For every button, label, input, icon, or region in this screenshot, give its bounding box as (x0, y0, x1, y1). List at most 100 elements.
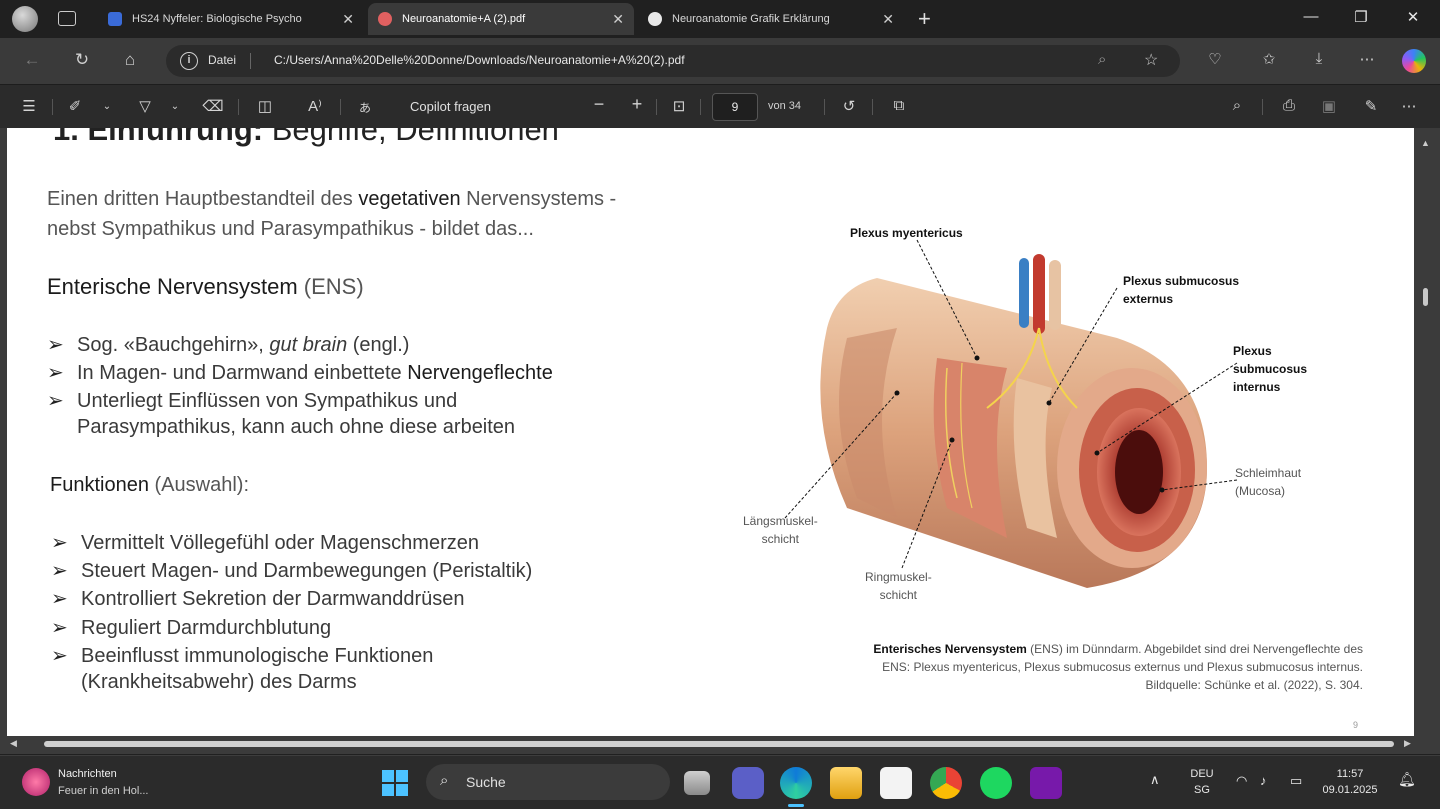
two-page-view-icon[interactable]: ⧉ (888, 97, 910, 114)
scheme-label: Datei (208, 53, 237, 67)
tab-label: Neuroanatomie+A (2).pdf (402, 13, 526, 25)
tab-neuroanatomie-grafik[interactable]: Neuroanatomie Grafik Erklärung ✕ (638, 3, 904, 35)
address-separator (250, 53, 251, 69)
chevron-down-icon[interactable]: ⌄ (96, 101, 118, 112)
spotify-icon[interactable] (980, 767, 1012, 799)
zoom-out-button[interactable]: − (588, 94, 610, 115)
file-explorer-icon[interactable] (830, 767, 862, 799)
tab-biologische-psychologie[interactable]: HS24 Nyffeler: Biologische Psycho ✕ (98, 3, 364, 35)
horizontal-scroll-thumb[interactable] (44, 741, 1394, 747)
bullet-text: In Magen- und Darmwand einbettete (77, 362, 408, 384)
translate-icon[interactable]: あ (354, 99, 376, 116)
bullet-text: (Krankheitsabwehr) des Darms (81, 671, 357, 693)
more-options-icon[interactable]: ⋯ (1398, 97, 1420, 115)
windows-taskbar: Nachrichten Feuer in den Hol... ⌕ Suche … (0, 755, 1440, 809)
arrow-bullet-icon: ➢ (51, 560, 68, 582)
edge-icon[interactable] (780, 767, 812, 799)
arrow-bullet-icon: ➢ (51, 645, 68, 667)
address-bar[interactable]: i Datei C:/Users/Anna%20Delle%20Donne/Do… (166, 45, 1180, 77)
close-window-icon[interactable]: ✕ (1398, 8, 1428, 26)
language-indicator[interactable]: DEU SG (1186, 766, 1218, 798)
favorite-star-icon[interactable]: ☆ (1144, 50, 1158, 70)
refresh-icon[interactable]: ↻ (70, 50, 94, 70)
bullet-continuation: (Krankheitsabwehr) des Darms (81, 671, 357, 694)
highlight-icon[interactable]: ✐ (64, 97, 86, 115)
page-view-icon[interactable]: ◫ (254, 97, 276, 115)
news-title: Nachrichten (58, 768, 117, 780)
intro-text: Nervensystems - (460, 188, 617, 210)
battery-icon[interactable]: ▭ (1290, 773, 1302, 789)
close-tab-icon[interactable]: ✕ (342, 11, 354, 28)
new-tab-button[interactable]: + (918, 6, 931, 32)
news-widget[interactable]: Nachrichten Feuer in den Hol... (22, 764, 182, 802)
notification-bell-icon[interactable]: 🔔︎ (1398, 771, 1416, 787)
copilot-icon[interactable] (1402, 49, 1426, 73)
microsoft-store-icon[interactable] (880, 767, 912, 799)
task-view-icon[interactable] (684, 771, 710, 795)
onenote-icon[interactable] (1030, 767, 1062, 799)
page-number-input[interactable]: 9 (712, 93, 758, 121)
save-as-icon[interactable]: ✎ (1360, 97, 1382, 115)
lang-layout: SG (1194, 784, 1210, 796)
close-tab-icon[interactable]: ✕ (612, 11, 624, 28)
read-aloud-icon[interactable]: A⁾ (304, 97, 326, 115)
eraser-icon[interactable]: ⌫ (202, 97, 224, 115)
tab-neuroanatomie-pdf[interactable]: Neuroanatomie+A (2).pdf ✕ (368, 3, 634, 35)
zoom-in-button[interactable]: + (626, 94, 648, 115)
bullet-text: Kontrolliert Sekretion der Darmwanddrüse… (81, 588, 465, 610)
chrome-icon[interactable] (930, 767, 962, 799)
chevron-down-icon[interactable]: ⌄ (164, 101, 186, 112)
ens-heading-text: Enterische Nervensystem (47, 274, 298, 299)
volume-icon[interactable]: ♪ (1260, 773, 1267, 789)
scroll-up-icon[interactable]: ▲ (1421, 138, 1430, 148)
windows-start-icon[interactable] (382, 770, 408, 796)
scroll-right-icon[interactable]: ▶ (1404, 738, 1411, 749)
address-bar-row: ← ↻ ⌂ i Datei C:/Users/Anna%20Delle%20Do… (0, 38, 1440, 84)
profile-avatar[interactable] (12, 6, 38, 32)
show-hidden-icons[interactable]: ∧ (1150, 772, 1160, 788)
slide-page-number: 9 (1352, 720, 1358, 730)
ask-copilot-button[interactable]: Copilot fragen (410, 99, 491, 114)
restore-icon[interactable]: ❐ (1346, 8, 1376, 26)
fit-page-icon[interactable]: ⊡ (668, 97, 690, 115)
downloads-icon[interactable]: ⤓ (1308, 50, 1330, 67)
print-icon[interactable]: ⎙ (1278, 97, 1300, 114)
info-icon[interactable]: i (180, 52, 198, 70)
label-line: Ringmuskel- (865, 570, 932, 584)
close-tab-icon[interactable]: ✕ (882, 11, 894, 28)
contents-icon[interactable]: ☰ (18, 97, 40, 115)
back-icon[interactable]: ← (20, 50, 44, 70)
save-icon[interactable]: ▣ (1318, 97, 1340, 115)
label-line: schicht (879, 588, 918, 602)
toolbar-separator (1262, 99, 1263, 115)
vertical-scrollbar[interactable]: ▲ (1418, 128, 1432, 754)
workspaces-icon[interactable] (58, 11, 76, 26)
caption-text: ENS: Plexus myentericus, Plexus submucos… (882, 660, 1363, 674)
intro-line-1: Einen dritten Hauptbestandteil des veget… (47, 188, 616, 211)
rotate-icon[interactable]: ↺ (838, 97, 860, 115)
bullet-text: Vermittelt Völlegefühl oder Magenschmerz… (81, 532, 479, 554)
search-icon[interactable]: ⌕ (1226, 97, 1248, 114)
clock[interactable]: 11:57 09.01.2025 (1322, 766, 1378, 798)
news-subtitle: Feuer in den Hol... (58, 785, 149, 797)
horizontal-scrollbar[interactable]: ◀ ▶ (0, 736, 1440, 752)
pdf-page: 1. Einführung: Begriffe, Definitionen Ei… (7, 128, 1414, 736)
pdf-viewport[interactable]: 1. Einführung: Begriffe, Definitionen Ei… (0, 128, 1440, 754)
taskbar-search-box[interactable]: ⌕ Suche (426, 764, 670, 800)
more-icon[interactable]: ⋯ (1356, 50, 1378, 68)
scroll-left-icon[interactable]: ◀ (10, 738, 17, 749)
wifi-icon[interactable]: ◠ (1236, 773, 1247, 789)
toolbar-separator (700, 99, 701, 115)
favorites-icon[interactable]: ✩ (1258, 50, 1280, 68)
draw-icon[interactable]: ▽ (134, 97, 156, 115)
url-text[interactable]: C:/Users/Anna%20Delle%20Donne/Downloads/… (274, 53, 685, 67)
browser-essentials-icon[interactable]: ♡ (1204, 50, 1226, 68)
minimize-icon[interactable]: — (1296, 8, 1326, 25)
home-icon[interactable]: ⌂ (118, 50, 142, 70)
vertical-scroll-thumb[interactable] (1423, 288, 1428, 306)
bullet-text: Parasympathikus, kann auch ohne diese ar… (77, 416, 516, 438)
label-line: schicht (761, 532, 800, 546)
zoom-search-icon[interactable]: ⌕ (1098, 51, 1106, 68)
bullet-text: Beeinflusst immunologische Funktionen (81, 645, 434, 667)
teams-icon[interactable] (732, 767, 764, 799)
